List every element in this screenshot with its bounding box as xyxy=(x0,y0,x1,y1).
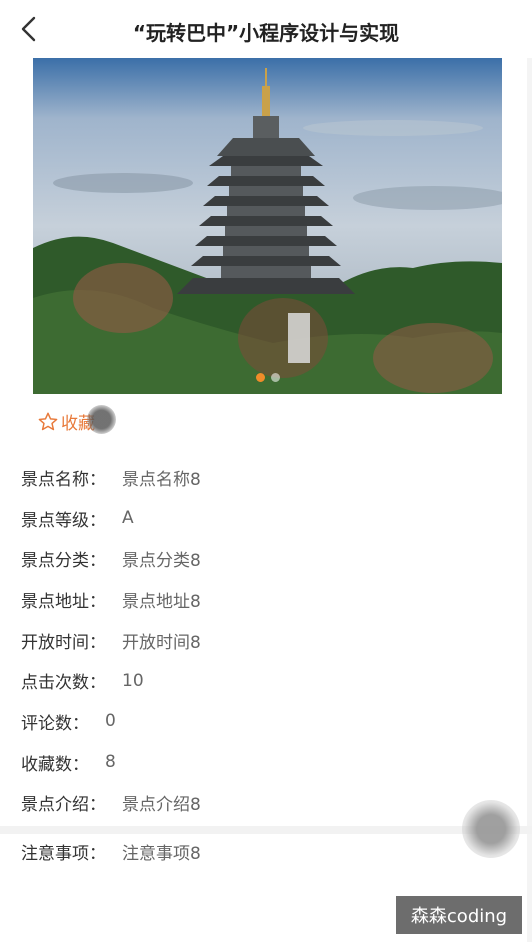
notice-row: 注意事项： 注意事项8 xyxy=(21,838,201,864)
nav-bar: “玩转巴中”小程序设计与实现 xyxy=(0,0,532,58)
pagoda-image xyxy=(33,58,502,394)
touch-indicator xyxy=(87,405,116,434)
carousel-dot[interactable] xyxy=(270,373,280,382)
info-row-favorites: 收藏数： 8 xyxy=(21,742,501,783)
banner-carousel[interactable] xyxy=(33,58,502,394)
info-label: 收藏数： xyxy=(21,754,89,775)
info-row-level: 景点等级： A xyxy=(21,498,501,539)
info-value: 10 xyxy=(122,670,144,691)
info-label: 景点地址： xyxy=(21,591,106,612)
info-label: 评论数： xyxy=(21,713,89,734)
info-value: 景点名称8 xyxy=(122,469,201,490)
carousel-indicator xyxy=(33,373,502,382)
info-row-address: 景点地址： 景点地址8 xyxy=(21,579,501,620)
info-label: 景点介绍： xyxy=(21,795,106,816)
notice-value: 注意事项8 xyxy=(122,843,201,864)
info-label: 景点名称： xyxy=(21,469,106,490)
star-icon xyxy=(38,412,58,430)
info-row-comments: 评论数： 0 xyxy=(21,701,501,742)
carousel-dot[interactable] xyxy=(255,373,265,382)
section-divider xyxy=(0,826,532,834)
info-row-name: 景点名称： 景点名称8 xyxy=(21,457,501,498)
watermark: 森森coding xyxy=(396,896,522,934)
info-value: 景点分类8 xyxy=(122,551,201,572)
floating-action-button[interactable] xyxy=(462,800,520,858)
info-label: 景点等级： xyxy=(21,510,106,531)
right-edge xyxy=(527,0,532,942)
info-value: 景点介绍8 xyxy=(122,795,201,816)
info-row-open-time: 开放时间： 开放时间8 xyxy=(21,620,501,661)
info-value: A xyxy=(122,508,134,529)
info-label: 景点分类： xyxy=(21,551,106,572)
info-value: 8 xyxy=(105,752,116,773)
info-value: 开放时间8 xyxy=(122,632,201,653)
info-value: 0 xyxy=(105,711,116,732)
info-value: 景点地址8 xyxy=(122,591,201,612)
info-row-clicks: 点击次数： 10 xyxy=(21,660,501,701)
notice-label: 注意事项： xyxy=(21,843,106,864)
info-label: 点击次数： xyxy=(21,673,106,694)
info-row-category: 景点分类： 景点分类8 xyxy=(21,538,501,579)
info-row-intro: 景点介绍： 景点介绍8 xyxy=(21,783,501,824)
spot-info-list: 景点名称： 景点名称8 景点等级： A 景点分类： 景点分类8 景点地址： 景点… xyxy=(21,457,501,823)
info-label: 开放时间： xyxy=(21,632,106,653)
page-title: “玩转巴中”小程序设计与实现 xyxy=(132,21,400,45)
